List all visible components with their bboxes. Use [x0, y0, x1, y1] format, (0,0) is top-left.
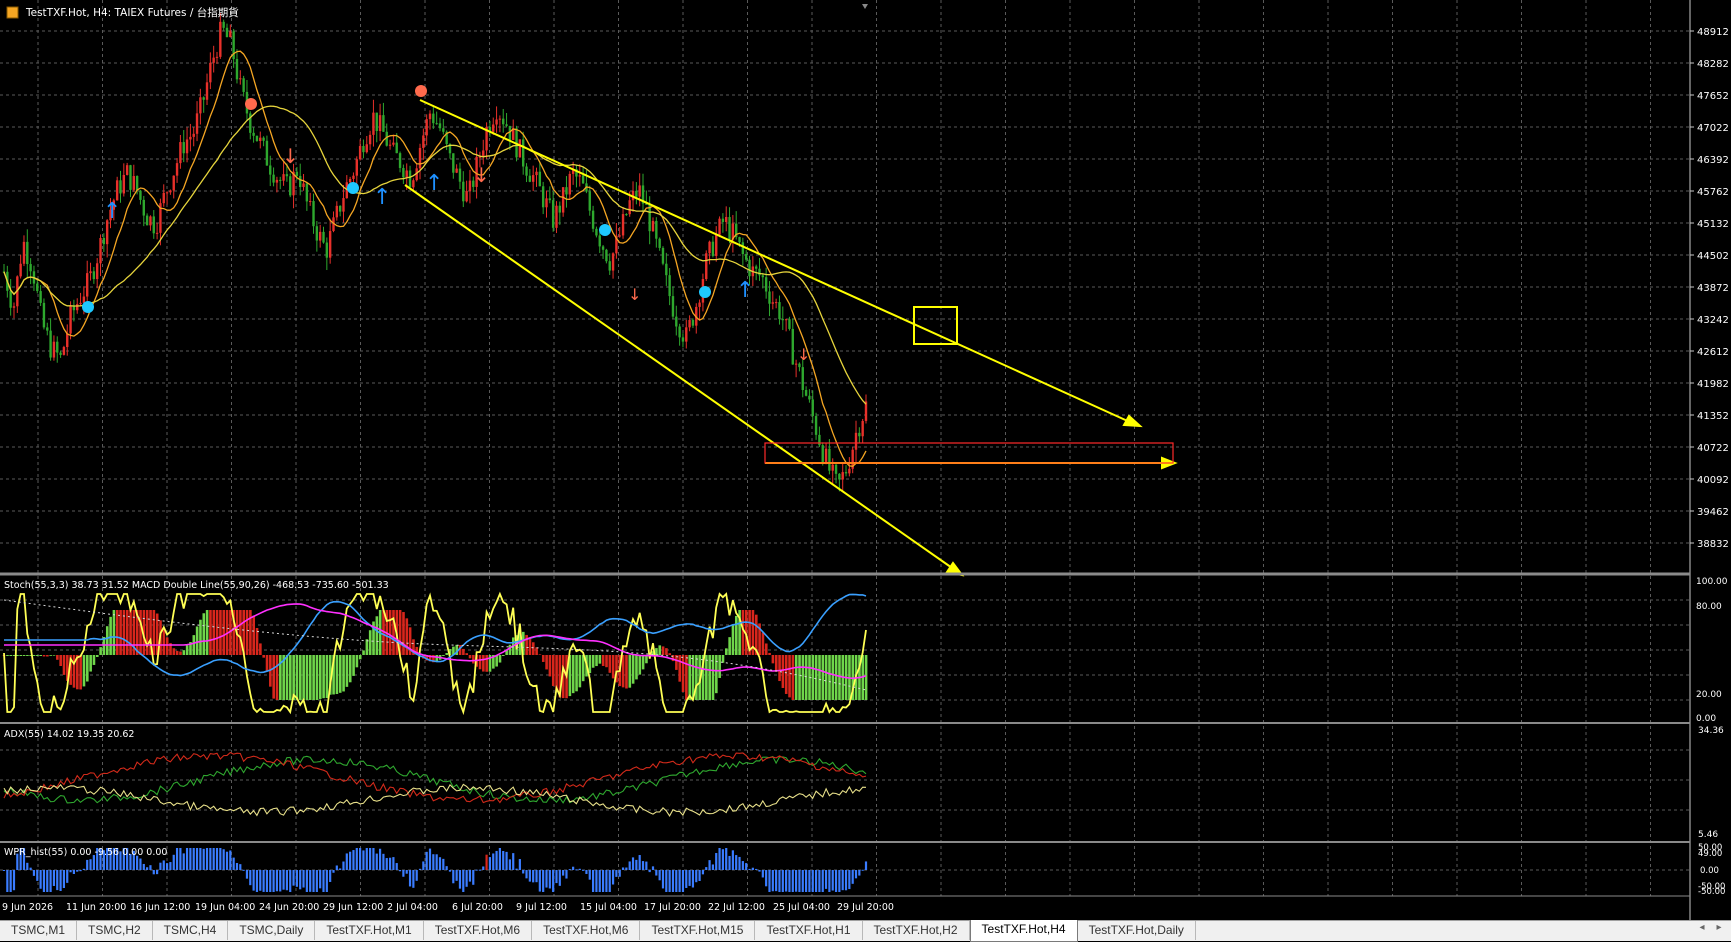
time-tick-label: 29 Jul 20:00 — [837, 902, 894, 913]
price-tick-label: 45132 — [1697, 219, 1729, 230]
price-tick-label: 40092 — [1697, 475, 1729, 486]
tab-scroll-right-icon[interactable]: ▸ — [1712, 922, 1726, 938]
down-arrow-icon: ↓ — [628, 285, 641, 304]
down-arrow-icon: ↓ — [473, 163, 490, 187]
time-tick-label: 9 Jun 2026 — [2, 902, 53, 913]
chart-tab-testtxf-hot-h4[interactable]: TestTXF.Hot,H4 — [969, 920, 1078, 942]
time-tick-label: 29 Jun 12:00 — [323, 902, 383, 913]
tab-scroll-left-icon[interactable]: ◂ — [1695, 922, 1709, 938]
price-tick-label: 41352 — [1697, 411, 1729, 422]
up-arrow-icon: ↑ — [103, 199, 121, 224]
symbol-icon — [6, 6, 19, 19]
up-arrow-icon: ↑ — [425, 171, 443, 196]
time-tick-label: 11 Jun 20:00 — [66, 902, 126, 913]
signal-dot-blue — [347, 182, 359, 194]
time-tick-label: 15 Jul 04:00 — [580, 902, 637, 913]
chart-tab-testtxf-hot-m6[interactable]: TestTXF.Hot,M6 — [532, 921, 641, 940]
up-arrow-icon: ↑ — [736, 278, 754, 303]
signal-dot-blue — [82, 301, 94, 313]
price-tick-label: 42612 — [1697, 347, 1729, 358]
signal-dot-blue — [699, 286, 711, 298]
price-tick-label: 47652 — [1697, 91, 1729, 102]
svg-text:-50.00: -50.00 — [1698, 887, 1725, 897]
svg-text:5.46: 5.46 — [1698, 830, 1718, 840]
svg-text:100.00: 100.00 — [1696, 577, 1728, 587]
stoch-panel-label: Stoch(55,3,3) 38.73 31.52 MACD Double Li… — [4, 580, 389, 591]
time-tick-label: 25 Jul 04:00 — [773, 902, 830, 913]
price-tick-label: 38832 — [1697, 539, 1729, 550]
time-tick-label: 9 Jul 12:00 — [516, 902, 567, 913]
down-arrow-icon: ↓ — [282, 144, 299, 168]
chart-tab-testtxf-hot-m15[interactable]: TestTXF.Hot,M15 — [640, 921, 756, 940]
svg-text:34.36: 34.36 — [1698, 726, 1724, 736]
price-tick-label: 45762 — [1697, 187, 1729, 198]
time-tick-label: 17 Jul 20:00 — [644, 902, 701, 913]
svg-text:80.00: 80.00 — [1696, 602, 1722, 612]
svg-text:49.00: 49.00 — [1698, 849, 1722, 859]
svg-text:20.00: 20.00 — [1696, 690, 1722, 700]
signal-dot-red — [245, 98, 257, 110]
time-tick-label: 6 Jul 20:00 — [452, 902, 503, 913]
chart-tab-testtxf-hot-daily[interactable]: TestTXF.Hot,Daily — [1078, 921, 1196, 940]
price-tick-label: 40722 — [1697, 443, 1729, 454]
price-tick-label: 43242 — [1697, 315, 1729, 326]
time-tick-label: 16 Jun 12:00 — [130, 902, 190, 913]
price-tick-label: 43872 — [1697, 283, 1729, 294]
chart-tab-testtxf-hot-h1[interactable]: TestTXF.Hot,H1 — [755, 921, 863, 940]
price-tick-label: 39462 — [1697, 507, 1729, 518]
adx-panel-label: ADX(55) 14.02 19.35 20.62 — [4, 729, 134, 740]
chart-tab-tsmc-h2[interactable]: TSMC,H2 — [77, 921, 153, 940]
chart-tab-tsmc-m1[interactable]: TSMC,M1 — [0, 921, 77, 940]
chart-tab-testtxf-hot-m6[interactable]: TestTXF.Hot,M6 — [424, 921, 533, 940]
wpr-panel-label: WPR_hist(55) 0.00 -9.56 0.00 0.00 — [4, 847, 167, 858]
price-tick-label: 48912 — [1697, 27, 1729, 38]
svg-text:0.00: 0.00 — [1696, 714, 1716, 724]
time-tick-label: 2 Jul 04:00 — [387, 902, 438, 913]
time-tick-label: 22 Jul 12:00 — [708, 902, 765, 913]
time-tick-label: 24 Jun 20:00 — [259, 902, 319, 913]
chart-tab-testtxf-hot-h2[interactable]: TestTXF.Hot,H2 — [863, 921, 970, 940]
down-arrow-icon: ↓ — [797, 345, 810, 364]
price-tick-label: 46392 — [1697, 155, 1729, 166]
price-tick-label: 44502 — [1697, 251, 1729, 262]
price-tick-label: 47022 — [1697, 123, 1729, 134]
chart-tab-tsmc-daily[interactable]: TSMC,Daily — [228, 921, 316, 940]
price-tick-label: 41982 — [1697, 379, 1729, 390]
chart-tab-tsmc-h4[interactable]: TSMC,H4 — [153, 921, 229, 940]
chart-canvas[interactable]: ↑ ↑ ↑ ↑ ↓ ↓ ↓ ↓ TestTXF.Hot, H4: TAIEX F… — [0, 0, 1731, 940]
time-tick-label: 19 Jun 04:00 — [195, 902, 255, 913]
chart-title: TestTXF.Hot, H4: TAIEX Futures / 台指期貨 — [25, 6, 239, 19]
chart-tab-bar: TSMC,M1 TSMC,H2 TSMC,H4 TSMC,Daily TestTXF.H… — [0, 920, 1731, 942]
signal-dot-red — [415, 85, 427, 97]
up-arrow-icon: ↑ — [373, 185, 391, 210]
signal-dot-blue — [599, 224, 611, 236]
chart-tab-testtxf-hot-m1[interactable]: TestTXF.Hot,M1 — [315, 921, 424, 940]
svg-text:0.00: 0.00 — [1700, 866, 1719, 876]
price-tick-label: 48282 — [1697, 59, 1729, 70]
